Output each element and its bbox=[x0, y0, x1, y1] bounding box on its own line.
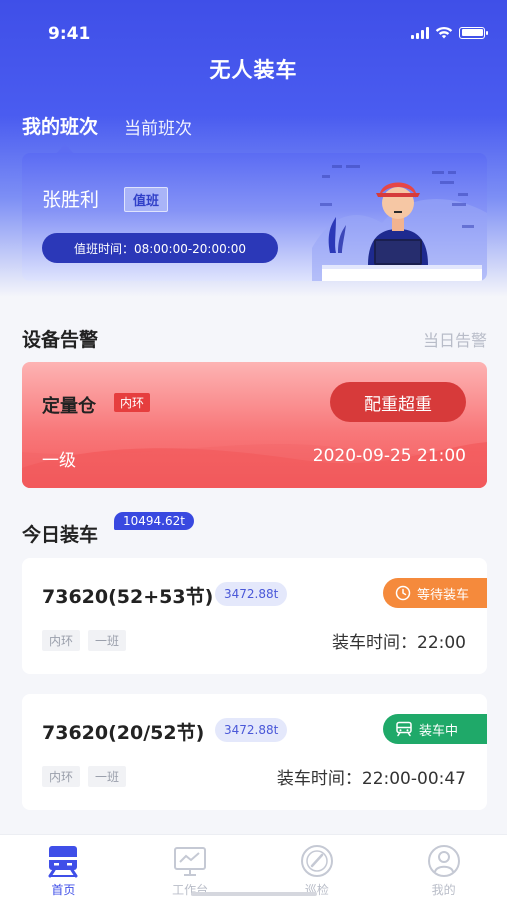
bottom-nav: 首页 工作台 巡检 我的 bbox=[0, 834, 507, 900]
home-indicator bbox=[191, 892, 317, 896]
gauge-icon bbox=[300, 845, 333, 877]
load-time: 装车时间：22:00 bbox=[332, 633, 466, 653]
monitor-icon bbox=[174, 847, 207, 876]
nav-label: 我的 bbox=[431, 883, 456, 897]
load-tag: 一班 bbox=[88, 766, 127, 787]
load-tag: 内环 bbox=[42, 630, 81, 651]
shift-tabs: 我的班次 当前班次 bbox=[22, 112, 192, 139]
load-status-label: 等待装车 bbox=[417, 587, 470, 603]
tab-current-shift[interactable]: 当前班次 bbox=[124, 114, 192, 139]
signal-icon bbox=[411, 26, 429, 39]
status-bar: 9:41 bbox=[0, 18, 507, 48]
alert-action-button[interactable]: 配重超重 bbox=[330, 382, 466, 422]
duty-card[interactable]: 张胜利 值班 值班时间：08:00:00-20:00:00 bbox=[22, 153, 487, 281]
nav-label: 首页 bbox=[51, 883, 76, 897]
load-tags: 内环 一班 bbox=[42, 630, 127, 651]
load-weight-badge: 3472.88t bbox=[215, 582, 288, 606]
nav-item-workbench[interactable]: 工作台 bbox=[127, 835, 254, 900]
load-status-badge: 装车中 bbox=[383, 714, 487, 744]
alert-level: 一级 bbox=[42, 451, 76, 471]
status-time: 9:41 bbox=[48, 24, 91, 44]
alert-location-tag: 内环 bbox=[114, 393, 151, 412]
tab-my-shift[interactable]: 我的班次 bbox=[22, 112, 98, 139]
loading-total-badge: 10494.62t bbox=[114, 512, 194, 530]
clock-icon bbox=[395, 585, 411, 601]
load-train-title: 73620(52+53节) bbox=[42, 586, 214, 608]
alerts-section-title: 设备告警 bbox=[22, 329, 99, 351]
nav-item-inspection[interactable]: 巡检 bbox=[254, 835, 381, 900]
train-icon bbox=[48, 846, 78, 878]
load-tags: 内环 一班 bbox=[42, 766, 127, 787]
load-status-badge: 等待装车 bbox=[383, 578, 487, 608]
nav-item-home[interactable]: 首页 bbox=[0, 835, 127, 900]
alert-card[interactable]: 定量仓 内环 配重超重 一级 2020-09-25 21:00 bbox=[22, 362, 487, 488]
battery-icon bbox=[459, 26, 488, 39]
app-title: 无人装车 bbox=[209, 58, 298, 82]
load-card[interactable]: 73620(52+53节) 3472.88t 等待装车 内环 一班 装车时间：2… bbox=[22, 558, 487, 674]
load-tag: 内环 bbox=[42, 766, 81, 787]
load-status-label: 装车中 bbox=[419, 723, 459, 739]
load-time: 装车时间：22:00-00:47 bbox=[276, 769, 466, 789]
duty-time-pill: 值班时间：08:00:00-20:00:00 bbox=[42, 233, 278, 263]
wifi-icon bbox=[435, 26, 453, 39]
duty-badge: 值班 bbox=[124, 187, 169, 212]
load-train-title: 73620(20/52节) bbox=[42, 722, 205, 744]
alert-time: 2020-09-25 21:00 bbox=[312, 446, 466, 466]
nav-item-profile[interactable]: 我的 bbox=[380, 835, 507, 900]
user-icon bbox=[427, 845, 460, 877]
loading-section-title: 今日装车 bbox=[22, 524, 99, 546]
load-card[interactable]: 73620(20/52节) 3472.88t 装车中 内环 一班 装车时间：22… bbox=[22, 694, 487, 810]
alert-device-name: 定量仓 bbox=[42, 396, 96, 417]
load-weight-badge: 3472.88t bbox=[215, 718, 288, 742]
train-icon bbox=[396, 721, 412, 737]
daily-alerts-link[interactable]: 当日告警 bbox=[423, 327, 487, 351]
duty-person-name: 张胜利 bbox=[42, 189, 100, 211]
operator-illustration bbox=[312, 165, 487, 281]
load-tag: 一班 bbox=[88, 630, 127, 651]
status-icons bbox=[411, 26, 488, 39]
